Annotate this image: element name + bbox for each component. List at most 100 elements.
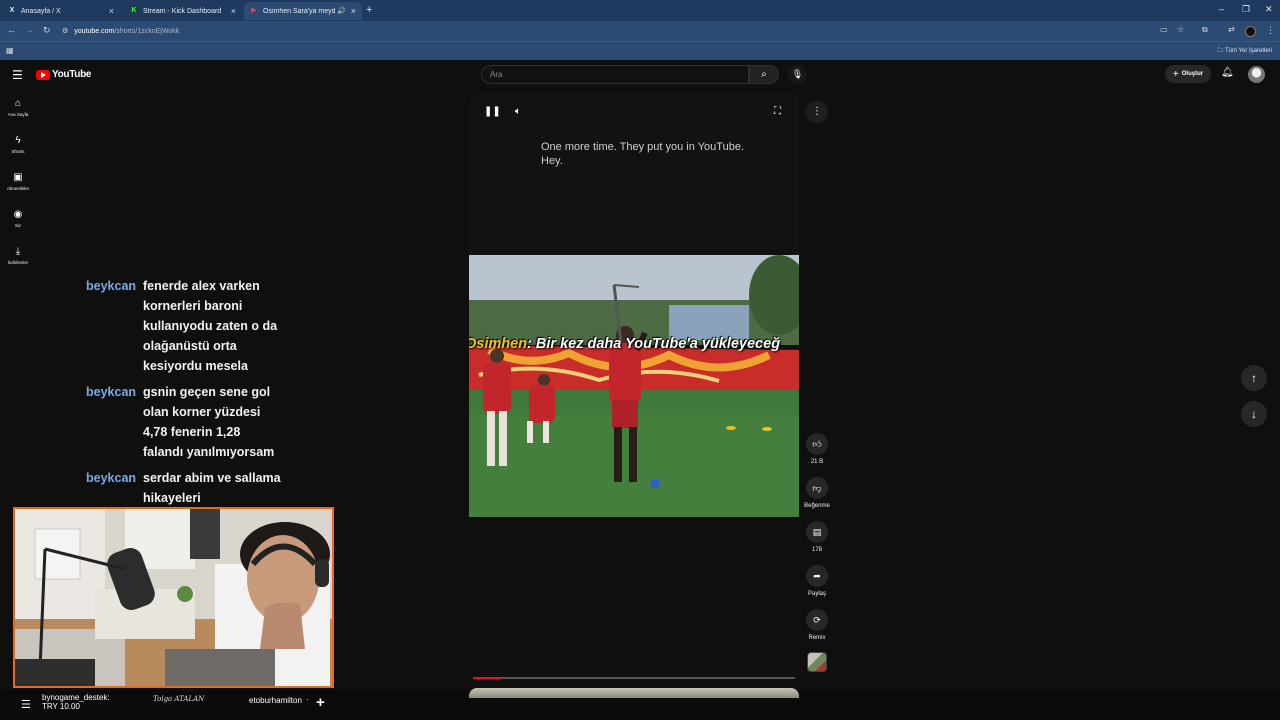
- logo-text: YouTube: [52, 69, 92, 80]
- forward-icon[interactable]: →: [25, 25, 34, 35]
- chat-text: fenerde alex varken kornerleri baroni kull…: [143, 276, 277, 376]
- stream-chat: beykcan fenerde alex varken kornerleri bar…: [86, 276, 316, 514]
- create-button[interactable]: + Oluştur: [1165, 65, 1211, 83]
- more-dots-icon: ·: [306, 695, 309, 704]
- more-options-button[interactable]: ⋮: [806, 101, 828, 123]
- minimize-icon[interactable]: –: [1219, 4, 1224, 14]
- close-icon[interactable]: ×: [231, 6, 236, 16]
- share-label: Paylaş: [807, 591, 826, 597]
- nav-label: Ana Sayfa: [7, 112, 29, 117]
- hamburger-menu-icon[interactable]: ☰: [12, 68, 23, 82]
- mic-icon: 🎙: [791, 69, 804, 79]
- nav-label: İndirilenler: [7, 260, 29, 265]
- cast-icon[interactable]: ▭: [1160, 25, 1168, 34]
- remix-button[interactable]: ⟳ Remix: [801, 609, 833, 641]
- shorts-icon: ϟ: [15, 135, 21, 146]
- caption-text: One more time. They put you in YouTube. …: [541, 140, 771, 168]
- shorts-player[interactable]: ❚❚ 🔈︎ ⛶ One more time. They put you in Y…: [469, 93, 799, 681]
- chat-username[interactable]: beykcan: [86, 468, 143, 508]
- comment-count: 178: [811, 547, 822, 553]
- chat-line: falandı yanılmıyorsam: [143, 445, 275, 459]
- avatar[interactable]: [1248, 66, 1265, 83]
- comments-button[interactable]: ▤ 178: [801, 521, 833, 553]
- chat-line: serdar abim ve sallama: [143, 471, 281, 485]
- tab-x[interactable]: X Anasayfa / X ×: [2, 2, 120, 20]
- share-button[interactable]: ➦ Paylaş: [801, 565, 833, 597]
- remix-icon: ⟳: [806, 609, 828, 631]
- all-bookmarks[interactable]: 🗀 Tüm Yer İşaretleri: [1217, 46, 1272, 56]
- x-logo-icon: X: [9, 7, 15, 14]
- dislike-button[interactable]: 👎︎ Beğenme: [801, 477, 833, 509]
- folder-icon: 🗀: [1217, 48, 1224, 54]
- remix-label: Remix: [808, 635, 826, 641]
- letterbox-top: [469, 93, 799, 255]
- chat-line: kullanıyodu zaten o da: [143, 319, 278, 333]
- progress-bar[interactable]: [473, 677, 795, 679]
- search-button[interactable]: ⌕: [749, 65, 779, 84]
- like-button[interactable]: 👍︎ 21 B: [801, 433, 833, 465]
- nav-label: Shorts: [11, 149, 25, 154]
- next-short-preview[interactable]: [469, 688, 799, 698]
- close-window-icon[interactable]: ✕: [1265, 4, 1273, 15]
- youtube-logo-icon: ▶: [251, 7, 257, 14]
- subscriptions-icon: ▣: [13, 172, 23, 183]
- notifications-bell-icon[interactable]: 🔔︎: [1221, 67, 1234, 78]
- speaker-icon[interactable]: 🔊: [337, 7, 346, 15]
- youtube-header: ☰ YouTube Ara ⌕ 🎙 + Oluştur 🔔︎: [0, 60, 1280, 90]
- tab-kick[interactable]: K Stream - Kick Dashboard ×: [124, 2, 242, 20]
- pause-icon[interactable]: ❚❚: [484, 106, 501, 117]
- plus-icon[interactable]: +: [316, 694, 325, 711]
- nav-subscriptions[interactable]: ▣ Abonelikler: [4, 172, 32, 191]
- address-field[interactable]: ⚙ youtube.com/shorts/1zcknEjWokk: [62, 24, 1162, 38]
- url-host: youtube.com: [74, 27, 115, 35]
- close-icon[interactable]: ×: [351, 6, 356, 16]
- close-icon[interactable]: ×: [109, 6, 114, 16]
- bottom-username: etoburhamilton: [249, 696, 302, 705]
- dislike-label: Beğenme: [804, 503, 830, 509]
- subtitle-text: : Bir kez daha YouTube'a yükleyeceğ: [527, 336, 781, 352]
- apps-grid-icon[interactable]: ▦: [6, 46, 14, 55]
- sound-thumbnail[interactable]: [807, 652, 827, 672]
- home-icon: ⌂: [14, 98, 22, 109]
- nav-downloads[interactable]: ⤓ İndirilenler: [4, 246, 32, 265]
- fullscreen-icon[interactable]: ⛶: [774, 106, 781, 117]
- voice-search-button[interactable]: 🎙: [788, 65, 807, 84]
- donor-amount: TRY 10.00: [42, 702, 80, 711]
- bookmark-star-icon[interactable]: ☆: [1177, 25, 1184, 34]
- nav-shorts[interactable]: ϟ Shorts: [4, 135, 32, 154]
- browser-tab-bar: X Anasayfa / X × K Stream - Kick Dashboa…: [0, 0, 1280, 21]
- youtube-play-icon: [36, 69, 50, 80]
- you-icon: ◉: [13, 209, 23, 220]
- new-tab-icon[interactable]: +: [366, 4, 372, 16]
- chat-line: gsnin geçen sene gol: [143, 385, 271, 399]
- volume-icon[interactable]: 🔈︎: [515, 106, 521, 117]
- nav-home[interactable]: ⌂ Ana Sayfa: [4, 98, 32, 117]
- chat-username[interactable]: beykcan: [86, 276, 143, 376]
- browser-toolbar: ← → ↻ ⚙ youtube.com/shorts/1zcknEjWokk ▭…: [0, 21, 1280, 41]
- next-short-button[interactable]: ↓: [1241, 401, 1267, 427]
- downloads-icon: ⤓: [15, 246, 21, 257]
- all-bookmarks-label: Tüm Yer İşaretleri: [1224, 48, 1272, 54]
- kebab-menu-icon[interactable]: ⋮: [1266, 25, 1275, 36]
- site-info-icon[interactable]: ⚙: [62, 27, 68, 35]
- chat-username[interactable]: beykcan: [86, 382, 143, 462]
- profile-icon[interactable]: [1245, 26, 1256, 37]
- restore-icon[interactable]: ❐: [1242, 4, 1250, 15]
- translate-icon[interactable]: ⇄: [1228, 25, 1235, 34]
- nav-you[interactable]: ◉ Siz: [4, 209, 32, 228]
- share-arrow-icon: ➦: [806, 565, 828, 587]
- back-icon[interactable]: ←: [7, 25, 16, 35]
- subtitle: Osimhen: Bir kez daha YouTube'a yükleyec…: [469, 336, 780, 352]
- search-input[interactable]: Ara: [481, 65, 749, 84]
- kebab-menu-icon: ⋮: [812, 106, 822, 117]
- youtube-logo[interactable]: YouTube: [36, 69, 92, 80]
- url-path: /shorts/1zcknEjWokk: [114, 27, 180, 35]
- nav-label: Siz: [14, 223, 22, 228]
- caption-line: One more time. They put you in YouTube.: [541, 141, 745, 153]
- previous-short-button[interactable]: ↑: [1241, 365, 1267, 391]
- tab-youtube[interactable]: ▶ Osimhen Sara'ya meydan o... 🔊 ×: [244, 2, 362, 20]
- arrow-up-icon: ↑: [1251, 371, 1257, 385]
- menu-icon[interactable]: ☰: [21, 698, 31, 711]
- reload-icon[interactable]: ↻: [43, 25, 51, 36]
- extension-icon[interactable]: ⧉: [1202, 25, 1208, 35]
